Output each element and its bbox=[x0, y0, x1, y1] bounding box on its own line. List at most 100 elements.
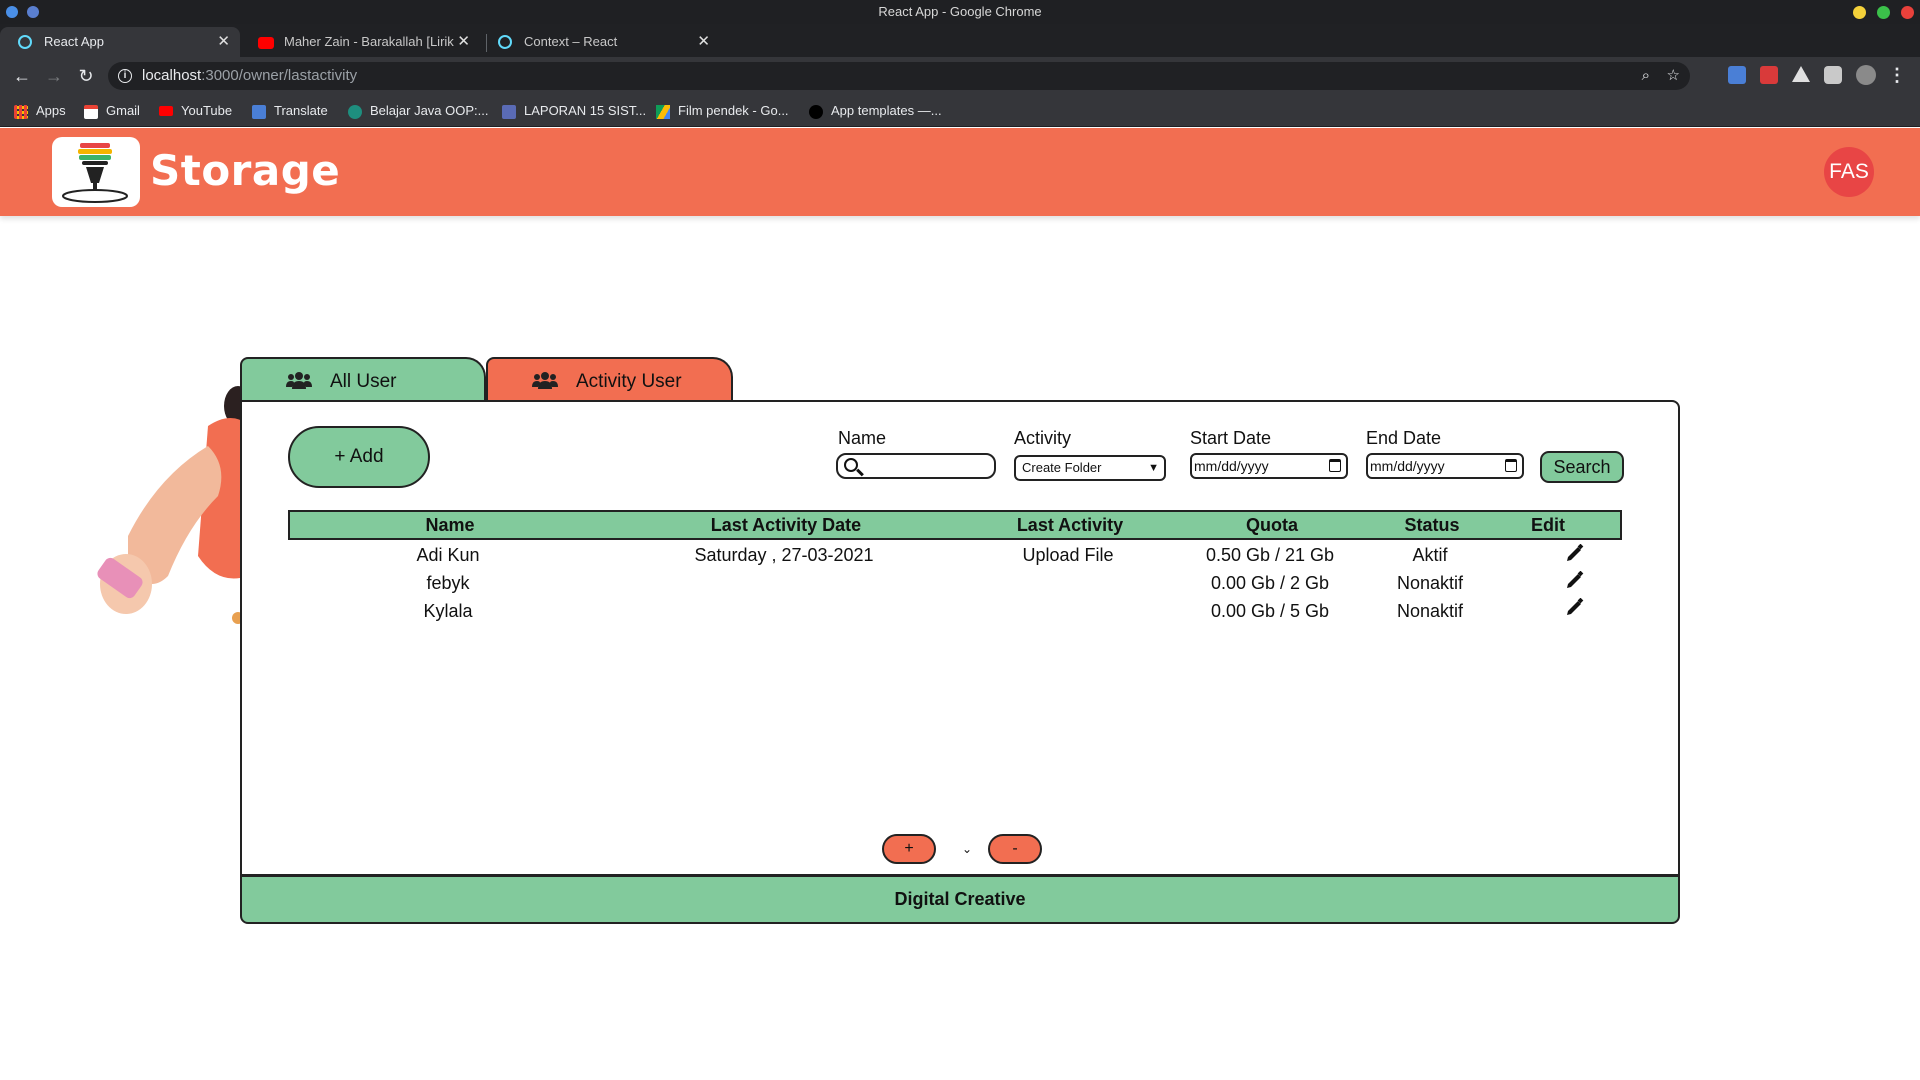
close-tab-icon[interactable]: ✕ bbox=[697, 27, 710, 57]
forward-icon[interactable]: → bbox=[42, 64, 66, 88]
cell-last-activity: Upload File bbox=[1022, 545, 1114, 565]
browser-toolbar: ← → ↻ i localhost:3000/owner/lastactivit… bbox=[0, 57, 1920, 95]
youtube-icon bbox=[258, 37, 274, 49]
person-illustration bbox=[97, 386, 248, 624]
activity-panel: + Add Name Activity Create Folder ▼ Star… bbox=[240, 400, 1680, 876]
tab-all-user-label: All User bbox=[330, 371, 397, 392]
bookmark-label: LAPORAN 15 SIST... bbox=[524, 103, 647, 118]
cell-name: febyk bbox=[426, 573, 470, 593]
pager-previous-button[interactable]: + bbox=[882, 834, 936, 864]
drive-icon bbox=[656, 105, 670, 119]
close-tab-icon[interactable]: ✕ bbox=[217, 27, 230, 57]
users-group-icon bbox=[532, 372, 558, 389]
bookmark-label: YouTube bbox=[181, 103, 233, 118]
tab-all-user[interactable]: All User bbox=[240, 357, 486, 401]
calendar-icon[interactable] bbox=[1505, 459, 1517, 472]
cell-name: Kylala bbox=[423, 601, 473, 621]
apps-grid-icon bbox=[14, 105, 28, 119]
name-filter-label: Name bbox=[838, 428, 887, 448]
browser-tab-youtube[interactable]: Maher Zain - Barakallah [Lirik ✕ bbox=[240, 27, 480, 57]
profile-icon[interactable] bbox=[1856, 65, 1876, 85]
zoom-icon[interactable]: ⌕ bbox=[1642, 62, 1650, 90]
end-date-input[interactable]: mm/dd/yyyy bbox=[1366, 453, 1524, 479]
gmail-icon bbox=[84, 105, 98, 119]
column-header-name: Name bbox=[425, 515, 475, 535]
search-icon bbox=[844, 458, 858, 472]
bookmark-film-pendek[interactable]: Film pendek - Go... bbox=[656, 95, 789, 127]
bookmark-apps[interactable]: Apps bbox=[14, 95, 66, 127]
tab-activity-user-label: Activity User bbox=[576, 371, 682, 392]
extensions-puzzle-icon[interactable] bbox=[1824, 66, 1842, 84]
bookmark-star-icon[interactable]: ☆ bbox=[1667, 62, 1680, 90]
bookmark-favicon bbox=[502, 105, 516, 119]
browser-tabstrip: React App ✕ Maher Zain - Barakallah [Lir… bbox=[0, 24, 1920, 78]
bookmarks-bar: Apps Gmail YouTube Translate Belajar Jav… bbox=[0, 95, 1920, 127]
browser-tab-react-app[interactable]: React App ✕ bbox=[0, 27, 240, 57]
google-translate-extension-icon[interactable] bbox=[1728, 66, 1746, 84]
chrome-icon bbox=[6, 6, 18, 18]
bookmark-youtube[interactable]: YouTube bbox=[159, 95, 232, 127]
search-button[interactable]: Search bbox=[1540, 451, 1624, 483]
close-window-icon[interactable] bbox=[1901, 6, 1914, 19]
bookmark-label: Translate bbox=[274, 103, 328, 118]
bookmark-gmail[interactable]: Gmail bbox=[84, 95, 140, 127]
cell-quota: 0.00 Gb / 5 Gb bbox=[1210, 601, 1330, 621]
add-button[interactable]: + Add bbox=[288, 426, 430, 488]
bookmark-label: Gmail bbox=[106, 103, 140, 118]
bookmark-favicon bbox=[348, 105, 362, 119]
url-path: :3000/owner/lastactivity bbox=[201, 67, 358, 84]
chrome-menu-icon[interactable]: ⋮ bbox=[1888, 65, 1906, 86]
react-icon bbox=[498, 35, 512, 49]
edit-pencil-icon[interactable] bbox=[1566, 544, 1584, 562]
drive-extension-icon[interactable] bbox=[1792, 66, 1810, 82]
column-header-last-activity: Last Activity bbox=[1016, 515, 1124, 535]
activity-select[interactable]: Create Folder ▼ bbox=[1014, 455, 1166, 481]
bookmark-translate[interactable]: Translate bbox=[252, 95, 328, 127]
tab-activity-user[interactable]: Activity User bbox=[486, 357, 733, 401]
bookmark-belajar-java[interactable]: Belajar Java OOP:... bbox=[348, 95, 489, 127]
tab-label: Context – React bbox=[524, 34, 618, 49]
bookmark-app-templates[interactable]: App templates —... bbox=[809, 95, 942, 127]
chevron-down-icon: ⌄ bbox=[961, 842, 972, 856]
site-info-icon[interactable]: i bbox=[118, 69, 132, 83]
translate-icon bbox=[252, 105, 266, 119]
extension-icon[interactable] bbox=[1760, 66, 1778, 84]
window-title: React App - Google Chrome bbox=[878, 4, 1042, 19]
edit-pencil-icon[interactable] bbox=[1566, 571, 1584, 589]
reload-icon[interactable]: ↻ bbox=[74, 64, 98, 88]
cell-name: Adi Kun bbox=[416, 545, 480, 565]
calendar-icon[interactable] bbox=[1329, 459, 1341, 472]
name-search-input[interactable] bbox=[836, 453, 996, 479]
app-logo[interactable] bbox=[52, 137, 140, 207]
chevron-down-icon: ▼ bbox=[1148, 462, 1159, 474]
end-date-placeholder: mm/dd/yyyy bbox=[1370, 458, 1445, 474]
cell-status: Aktif bbox=[1412, 545, 1448, 565]
start-date-label: Start Date bbox=[1190, 428, 1272, 448]
react-icon bbox=[18, 35, 32, 49]
browser-tab-context-react[interactable]: Context – React ✕ bbox=[480, 27, 720, 57]
bookmark-label: Belajar Java OOP:... bbox=[370, 103, 489, 118]
cell-status: Nonaktif bbox=[1396, 601, 1464, 621]
tab-label: React App bbox=[44, 34, 104, 49]
cell-quota: 0.00 Gb / 2 Gb bbox=[1210, 573, 1330, 593]
cell-quota: 0.50 Gb / 21 Gb bbox=[1205, 545, 1335, 565]
address-bar[interactable]: i localhost:3000/owner/lastactivity ⌕ ☆ bbox=[108, 62, 1690, 90]
back-icon[interactable]: ← bbox=[10, 64, 34, 88]
activity-filter-label: Activity bbox=[1014, 428, 1072, 448]
close-tab-icon[interactable]: ✕ bbox=[457, 27, 470, 57]
bookmark-laporan[interactable]: LAPORAN 15 SIST... bbox=[502, 95, 646, 127]
window-controls bbox=[1853, 6, 1914, 19]
start-date-input[interactable]: mm/dd/yyyy bbox=[1190, 453, 1348, 479]
app-title: Storage bbox=[150, 146, 341, 195]
edit-pencil-icon[interactable] bbox=[1566, 598, 1584, 616]
pager-next-button[interactable]: - bbox=[988, 834, 1042, 864]
bookmark-favicon bbox=[809, 105, 823, 119]
workspace-icon bbox=[27, 6, 39, 18]
minimize-icon[interactable] bbox=[1853, 6, 1866, 19]
page-size-select[interactable]: ⌄ bbox=[932, 836, 972, 862]
column-header-edit: Edit bbox=[1531, 515, 1565, 535]
user-avatar[interactable]: FAS bbox=[1824, 147, 1874, 197]
bookmark-label: Film pendek - Go... bbox=[678, 103, 789, 118]
maximize-icon[interactable] bbox=[1877, 6, 1890, 19]
users-group-icon bbox=[286, 372, 312, 389]
